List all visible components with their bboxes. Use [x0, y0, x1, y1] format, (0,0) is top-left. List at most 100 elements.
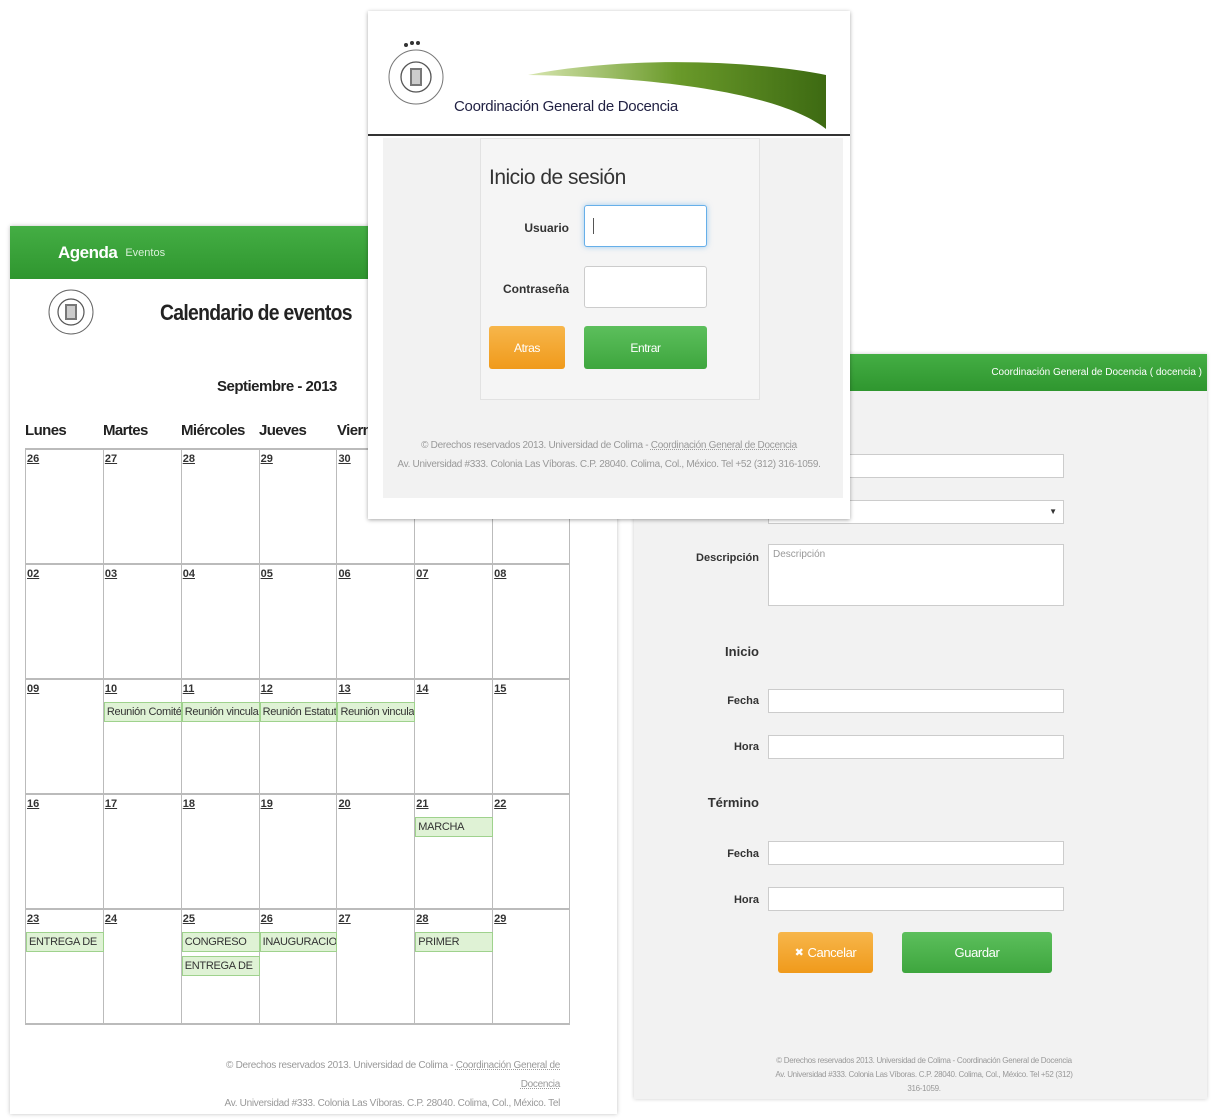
day-number-link[interactable]: 26: [260, 910, 337, 925]
calendar-day-cell[interactable]: 20: [337, 795, 416, 908]
end-date-input[interactable]: [768, 841, 1064, 865]
event-item[interactable]: ENTREGA DE: [181, 956, 260, 976]
start-time-input[interactable]: [768, 735, 1064, 759]
event-item[interactable]: Reunión Estatuto: [259, 702, 338, 722]
day-number-link[interactable]: 05: [260, 565, 337, 580]
day-number-link[interactable]: 29: [493, 910, 569, 925]
calendar-day-cell[interactable]: 08: [493, 565, 571, 678]
event-item[interactable]: INAUGURACION DE: [259, 932, 338, 952]
end-section-title: Término: [707, 795, 759, 810]
event-item[interactable]: PRIMER: [415, 932, 494, 952]
event-item[interactable]: CONGRESO: [181, 932, 260, 952]
day-number-link[interactable]: 26: [26, 450, 103, 465]
day-number-link[interactable]: 14: [415, 680, 492, 695]
cancel-button[interactable]: ✖ Cancelar: [778, 932, 873, 973]
day-number-link[interactable]: 07: [415, 565, 492, 580]
nav-link-eventos[interactable]: Eventos: [125, 247, 165, 259]
day-number-link[interactable]: 29: [260, 450, 337, 465]
calendar-day-cell[interactable]: 25 CONGRESO ENTREGA DE: [181, 910, 260, 1023]
calendar-day-cell[interactable]: 12 Reunión Estatuto: [259, 680, 338, 793]
start-date-input[interactable]: [768, 689, 1064, 713]
day-number-link[interactable]: 19: [260, 795, 337, 810]
footer-address: Av. Universidad #333. Colonia Las Víbora…: [224, 1098, 561, 1109]
calendar-day-cell[interactable]: 26 INAUGURACION DE: [259, 910, 338, 1023]
calendar-week-row: 16 17 18 19 20 21 MARCHA 22: [26, 795, 571, 910]
calendar-day-cell[interactable]: 21 MARCHA: [415, 795, 494, 908]
save-button[interactable]: Guardar: [902, 932, 1052, 973]
back-button[interactable]: Atras: [489, 326, 565, 369]
calendar-day-cell[interactable]: 10 Reunión Comité de: [103, 680, 182, 793]
calendar-day-cell[interactable]: 06: [337, 565, 416, 678]
day-number-link[interactable]: 28: [182, 450, 259, 465]
calendar-day-cell[interactable]: 09: [26, 680, 104, 793]
calendar-day-cell[interactable]: 14: [415, 680, 494, 793]
day-number-link[interactable]: 23: [26, 910, 103, 925]
calendar-day-cell[interactable]: 03: [104, 565, 182, 678]
footer-address: Av. Universidad #333. Colonia Las Víbora…: [397, 459, 821, 470]
calendar-day-cell[interactable]: 28: [182, 450, 260, 563]
day-number-link[interactable]: 16: [26, 795, 103, 810]
caret-down-icon: ▼: [1049, 507, 1057, 516]
end-time-input[interactable]: [768, 887, 1064, 911]
calendar-day-cell[interactable]: 24: [104, 910, 182, 1023]
calendar-day-cell[interactable]: 27: [337, 910, 416, 1023]
day-number-link[interactable]: 11: [182, 680, 259, 695]
day-number-link[interactable]: 03: [104, 565, 181, 580]
enter-button[interactable]: Entrar: [584, 326, 707, 369]
user-input[interactable]: [584, 205, 707, 247]
day-number-link[interactable]: 12: [260, 680, 337, 695]
day-number-link[interactable]: 28: [415, 910, 492, 925]
password-input[interactable]: [584, 266, 707, 308]
description-textarea[interactable]: Descripción: [768, 544, 1064, 606]
calendar-day-cell[interactable]: 22: [493, 795, 571, 908]
day-number-link[interactable]: 09: [26, 680, 103, 695]
day-number-link[interactable]: 27: [337, 910, 414, 925]
calendar-day-cell[interactable]: 28 PRIMER: [415, 910, 494, 1023]
day-number-link[interactable]: 20: [337, 795, 414, 810]
event-item[interactable]: ENTREGA DE: [26, 932, 104, 952]
day-number-link[interactable]: 25: [182, 910, 259, 925]
event-item[interactable]: Reunión Comité de: [103, 702, 182, 722]
day-number-link[interactable]: 06: [337, 565, 414, 580]
brand-link[interactable]: Agenda: [58, 243, 118, 263]
calendar-day-cell[interactable]: 23 ENTREGA DE: [26, 910, 104, 1023]
month-label: Septiembre - 2013: [217, 378, 337, 395]
calendar-day-cell[interactable]: 16: [26, 795, 104, 908]
calendar-day-cell[interactable]: 17: [104, 795, 182, 908]
day-number-link[interactable]: 10: [104, 680, 181, 695]
day-number-link[interactable]: 15: [493, 680, 569, 695]
cancel-button-label: Cancelar: [807, 945, 857, 960]
day-name: Martes: [103, 422, 148, 439]
calendar-day-cell[interactable]: 29: [493, 910, 571, 1023]
calendar-day-cell[interactable]: 04: [182, 565, 260, 678]
user-menu-link[interactable]: Coordinación General de Docencia ( docen…: [991, 367, 1202, 378]
calendar-day-cell[interactable]: 19: [260, 795, 338, 908]
day-number-link[interactable]: 18: [182, 795, 259, 810]
day-number-link[interactable]: 21: [415, 795, 492, 810]
organization-name: Coordinación General de Docencia: [454, 98, 678, 115]
calendar-day-cell[interactable]: 29: [260, 450, 338, 563]
calendar-day-cell[interactable]: 15: [493, 680, 571, 793]
calendar-day-cell[interactable]: 11 Reunión vinculada: [181, 680, 260, 793]
calendar-day-cell[interactable]: 13 Reunión vinculada: [337, 680, 416, 793]
day-number-link[interactable]: 27: [104, 450, 181, 465]
day-number-link[interactable]: 02: [26, 565, 103, 580]
day-number-link[interactable]: 17: [104, 795, 181, 810]
day-number-link[interactable]: 22: [493, 795, 569, 810]
calendar-day-cell[interactable]: 26: [26, 450, 104, 563]
footer-link[interactable]: Coordinación General de Docencia: [651, 440, 797, 451]
day-number-link[interactable]: 24: [104, 910, 181, 925]
event-item[interactable]: MARCHA: [415, 817, 494, 837]
calendar-day-cell[interactable]: 18: [182, 795, 260, 908]
day-number-link[interactable]: 08: [493, 565, 569, 580]
day-number-link[interactable]: 04: [182, 565, 259, 580]
login-title: Inicio de sesión: [489, 166, 626, 189]
event-item[interactable]: Reunión vinculada: [337, 702, 416, 722]
footer-link[interactable]: Coordinación General de Docencia: [456, 1060, 561, 1090]
calendar-day-cell[interactable]: 05: [260, 565, 338, 678]
day-number-link[interactable]: 13: [337, 680, 414, 695]
calendar-day-cell[interactable]: 02: [26, 565, 104, 678]
calendar-day-cell[interactable]: 07: [415, 565, 494, 678]
event-item[interactable]: Reunión vinculada: [181, 702, 260, 722]
calendar-day-cell[interactable]: 27: [104, 450, 182, 563]
